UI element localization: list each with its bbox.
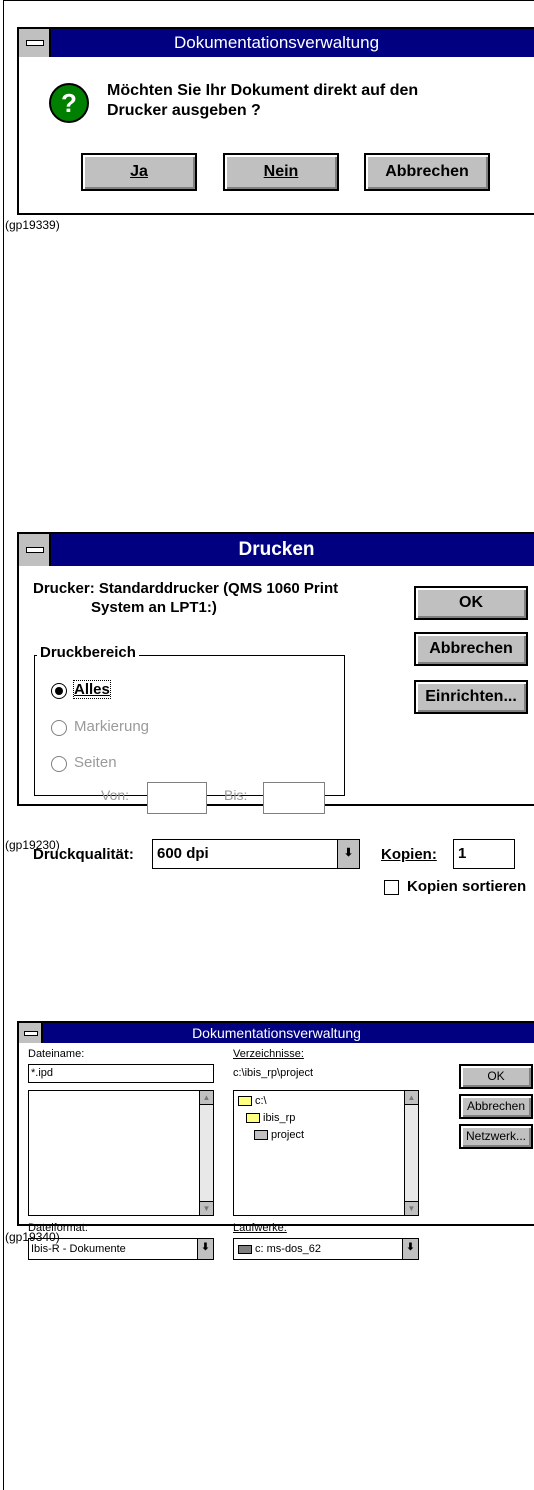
dir-item-label: project	[271, 1129, 305, 1141]
figure-caption-2: (gp19230)	[5, 838, 60, 852]
dialog-title: Drucken	[238, 539, 315, 560]
cancel-button[interactable]: Abbrechen	[414, 632, 528, 666]
drives-label: Laufwerke:	[233, 1222, 287, 1234]
copies-label: Kopien:	[381, 846, 437, 863]
copies-field[interactable]: 1	[453, 839, 515, 869]
dropdown-arrow-icon[interactable]: ⬇	[402, 1239, 418, 1259]
open-folder-icon	[238, 1096, 252, 1107]
file-list-scrollbar[interactable]: ▲ ▼	[199, 1091, 213, 1215]
from-field[interactable]	[147, 782, 207, 814]
drive-icon	[238, 1244, 252, 1254]
printer-label-line-1: Drucker: Standarddrucker (QMS 1060 Print	[33, 580, 339, 597]
filename-field[interactable]: *.ipd	[28, 1064, 214, 1083]
scroll-down-icon[interactable]: ▼	[405, 1201, 418, 1215]
directory-list[interactable]: c:\ ibis_rp project ▲ ▼	[233, 1090, 419, 1216]
message-text: Möchten Sie Ihr Dokument direkt auf den …	[107, 81, 418, 121]
cancel-button[interactable]: Abbrechen	[459, 1094, 533, 1119]
to-field[interactable]	[263, 782, 325, 814]
radio-selection-label: Markierung	[74, 718, 150, 735]
dropdown-arrow-icon[interactable]: ⬇	[337, 840, 359, 868]
no-button[interactable]: Nein	[223, 153, 339, 191]
quality-value: 600 dpi	[157, 845, 209, 862]
cancel-button-label: Abbrechen	[429, 640, 513, 657]
fileformat-value: Ibis-R - Dokumente	[31, 1243, 126, 1255]
radio-pages[interactable]	[51, 756, 67, 772]
print-range-title: Druckbereich	[37, 644, 139, 661]
radio-pages-label: Seiten	[74, 754, 117, 771]
dir-item-ibis-rp[interactable]: ibis_rp	[246, 1112, 295, 1124]
message-line-2: Drucker ausgeben ?	[107, 102, 261, 119]
dialog-title: Dokumentationsverwaltung	[192, 1025, 361, 1041]
cancel-button-label: Abbrechen	[466, 1099, 526, 1113]
system-menu-icon	[26, 40, 44, 46]
dropdown-arrow-icon[interactable]: ⬇	[197, 1239, 213, 1259]
scroll-down-icon[interactable]: ▼	[200, 1201, 213, 1215]
ok-button[interactable]: OK	[459, 1064, 533, 1089]
dir-item-label: ibis_rp	[263, 1112, 296, 1124]
setup-button[interactable]: Einrichten...	[414, 680, 528, 714]
open-document-dialog: Dokumentationsverwaltung Dateiname: *.ip…	[17, 1021, 534, 1260]
scroll-up-icon[interactable]: ▲	[200, 1091, 213, 1105]
title-bar: Dokumentationsverwaltung	[19, 1023, 534, 1043]
from-label: Von:	[101, 787, 130, 803]
cancel-button[interactable]: Abbrechen	[364, 153, 490, 191]
filename-label: Dateiname:	[28, 1048, 85, 1060]
dialog-title: Dokumentationsverwaltung	[173, 33, 380, 52]
ok-button-label: OK	[459, 594, 483, 611]
system-menu-button[interactable]	[19, 534, 51, 566]
title-bar: Drucken	[19, 534, 534, 566]
figure-caption-1: (gp19339)	[5, 218, 60, 232]
ok-button-label: OK	[487, 1069, 505, 1083]
file-list[interactable]: ▲ ▼	[28, 1090, 214, 1216]
collate-label: Kopien sortieren	[407, 878, 527, 895]
radio-all[interactable]	[51, 683, 67, 699]
dir-item-root[interactable]: c:\	[238, 1095, 267, 1107]
directory-list-scrollbar[interactable]: ▲ ▼	[404, 1091, 418, 1215]
system-menu-icon	[24, 1031, 38, 1036]
scroll-up-icon[interactable]: ▲	[405, 1091, 418, 1105]
no-button-label: Nein	[263, 163, 299, 180]
system-menu-icon	[26, 547, 44, 553]
setup-button-label: Einrichten...	[425, 688, 517, 705]
system-menu-button[interactable]	[19, 29, 51, 57]
network-button[interactable]: Netzwerk...	[459, 1124, 533, 1149]
cancel-button-label: Abbrechen	[385, 163, 469, 180]
dir-item-label: c:\	[255, 1095, 267, 1107]
to-label: Bis:	[224, 787, 248, 803]
network-button-label: Netzwerk...	[465, 1129, 526, 1143]
collate-checkbox[interactable]	[384, 880, 399, 895]
drives-select[interactable]: c: ms-dos_62 ⬇	[233, 1238, 419, 1260]
radio-all-label: Alles	[73, 680, 111, 699]
page-border-left	[3, 0, 4, 1490]
printer-label-line-2: System an LPT1:)	[91, 599, 217, 616]
page-border-top	[3, 0, 534, 1]
radio-selection[interactable]	[51, 720, 67, 736]
ok-button[interactable]: OK	[414, 586, 528, 620]
quality-select[interactable]: 600 dpi ⬇	[152, 839, 360, 869]
yes-button-label: Ja	[130, 163, 148, 180]
yes-button[interactable]: Ja	[81, 153, 197, 191]
print-dialog: Drucken Drucker: Standarddrucker (QMS 10…	[17, 532, 534, 895]
dir-item-project[interactable]: project	[254, 1129, 304, 1141]
question-icon: ?	[49, 83, 89, 123]
directories-label: Verzeichnisse:	[233, 1048, 304, 1060]
message-line-1: Möchten Sie Ihr Dokument direkt auf den	[107, 82, 419, 99]
title-bar: Dokumentationsverwaltung	[19, 29, 534, 57]
figure-caption-3: (gp19340)	[5, 1230, 60, 1244]
drive-value: c: ms-dos_62	[255, 1243, 322, 1255]
open-folder-icon	[246, 1113, 260, 1124]
confirm-print-dialog: Dokumentationsverwaltung ? Möchten Sie I…	[17, 27, 534, 215]
open-folder-icon	[254, 1130, 268, 1141]
system-menu-button[interactable]	[19, 1023, 43, 1043]
current-path: c:\ibis_rp\project	[233, 1067, 314, 1079]
